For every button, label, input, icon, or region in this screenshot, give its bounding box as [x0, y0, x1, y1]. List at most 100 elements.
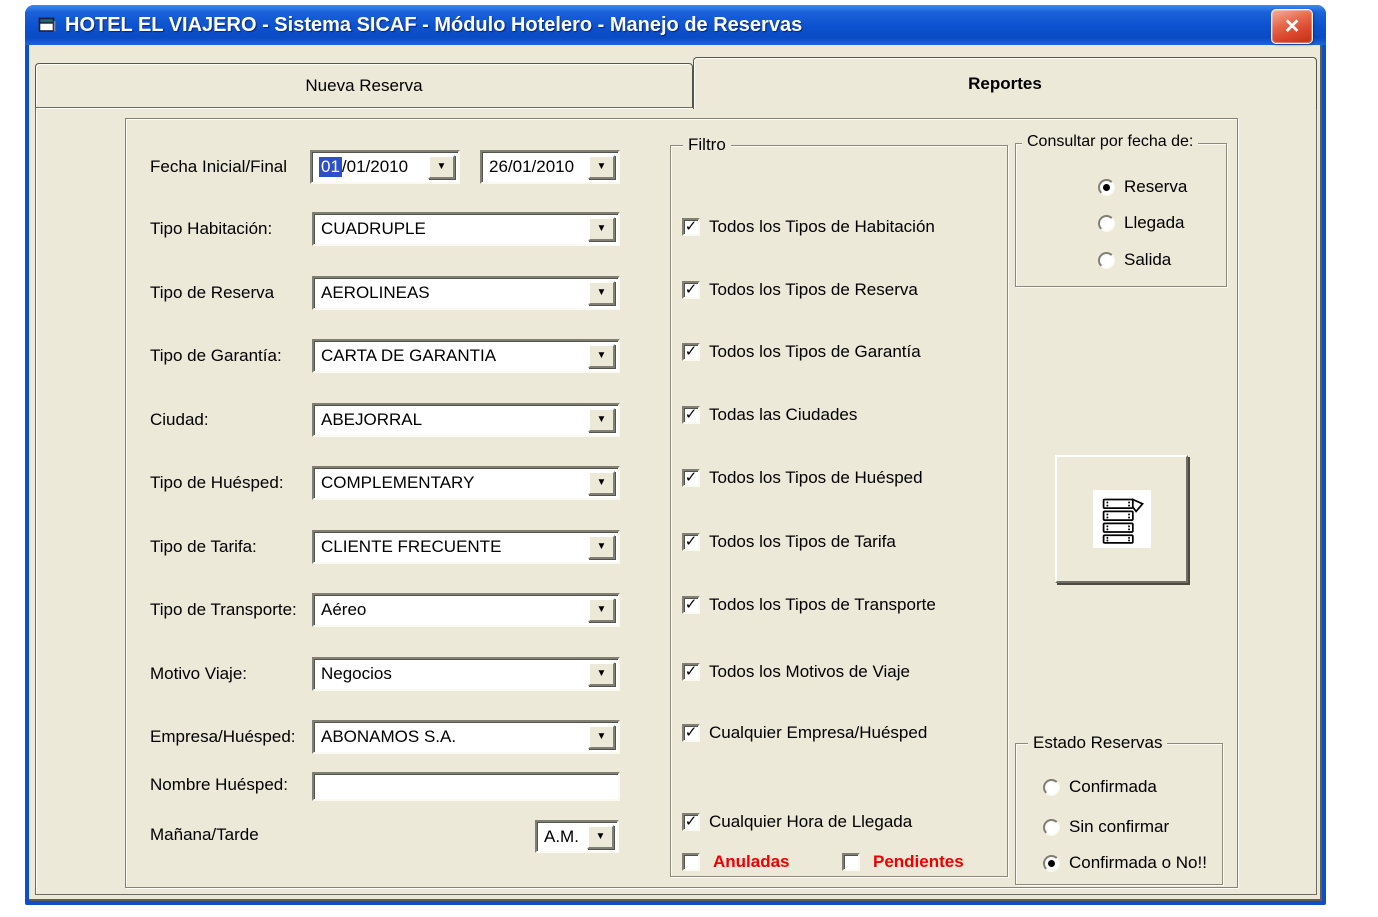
checkbox-icon: ✓ — [682, 596, 700, 614]
checkbox-icon: ✓ — [682, 663, 700, 681]
field-label-tipo-reserva: Tipo de Reserva — [150, 276, 274, 310]
dropdown-arrow-icon[interactable]: ▼ — [588, 662, 615, 686]
screen: HOTEL EL VIAJERO - Sistema SICAF - Módul… — [0, 0, 1378, 917]
checkbox-todos-tipos-reserva[interactable]: ✓ Todos los Tipos de Reserva — [682, 279, 918, 301]
checkbox-icon: ✓ — [682, 281, 700, 299]
close-icon: × — [1285, 14, 1300, 39]
dropdown-arrow-icon[interactable]: ▼ — [588, 535, 615, 559]
field-label-tipo-habitacion: Tipo Habitación: — [150, 212, 272, 246]
radio-confirmada[interactable]: Confirmada — [1043, 776, 1157, 798]
dropdown-tipo-habitacion[interactable]: CUADRUPLE ▼ — [312, 212, 620, 246]
radio-icon — [1098, 252, 1115, 269]
tab-nueva-reserva[interactable]: Nueva Reserva — [35, 63, 693, 107]
checkbox-anuladas[interactable]: ✓ Anuladas — [682, 851, 790, 873]
checkbox-todas-ciudades[interactable]: ✓ Todas las Ciudades — [682, 404, 857, 426]
combo-value: A.M. — [544, 827, 579, 847]
radio-sin-confirmar[interactable]: Sin confirmar — [1043, 816, 1169, 838]
date-selected-segment: 01 — [319, 157, 342, 177]
checkbox-label: Todos los Tipos de Habitación — [709, 217, 935, 237]
checkbox-label: Todos los Tipos de Tarifa — [709, 532, 896, 552]
checkbox-todos-tipos-huesped[interactable]: ✓ Todos los Tipos de Huésped — [682, 467, 923, 489]
combo-value: ABONAMOS S.A. — [321, 727, 456, 747]
checkbox-cualquier-empresa-huesped[interactable]: ✓ Cualquier Empresa/Huésped — [682, 722, 927, 744]
dropdown-tipo-tarifa[interactable]: CLIENTE FRECUENTE ▼ — [312, 530, 620, 564]
date-rest: /01/2010 — [342, 157, 408, 177]
field-label-ciudad: Ciudad: — [150, 403, 209, 437]
dropdown-arrow-icon[interactable]: ▼ — [588, 408, 615, 432]
combo-value: CUADRUPLE — [321, 219, 426, 239]
combo-value: COMPLEMENTARY — [321, 473, 474, 493]
combo-value: Negocios — [321, 664, 392, 684]
checkbox-todos-tipos-transporte[interactable]: ✓ Todos los Tipos de Transporte — [682, 594, 936, 616]
field-label-empresa-huesped: Empresa/Huésped: — [150, 720, 296, 754]
field-label-motivo-viaje: Motivo Viaje: — [150, 657, 247, 691]
dropdown-ciudad[interactable]: ABEJORRAL ▼ — [312, 403, 620, 437]
dropdown-empresa-huesped[interactable]: ABONAMOS S.A. ▼ — [312, 720, 620, 754]
checkbox-label: Cualquier Hora de Llegada — [709, 812, 912, 832]
dropdown-tipo-reserva[interactable]: AEROLINEAS ▼ — [312, 276, 620, 310]
dropdown-arrow-icon[interactable]: ▼ — [588, 217, 615, 241]
generate-report-button[interactable] — [1055, 455, 1188, 583]
checkbox-todos-tipos-tarifa[interactable]: ✓ Todos los Tipos de Tarifa — [682, 531, 896, 553]
checkbox-todos-tipos-habitacion[interactable]: ✓ Todos los Tipos de Habitación — [682, 216, 935, 238]
dropdown-arrow-icon[interactable]: ▼ — [588, 344, 615, 368]
checkbox-label: Cualquier Empresa/Huésped — [709, 723, 927, 743]
checkbox-todos-tipos-garantia[interactable]: ✓ Todos los Tipos de Garantía — [682, 341, 921, 363]
checkbox-label: Todos los Tipos de Garantía — [709, 342, 921, 362]
dropdown-tipo-transporte[interactable]: Aéreo ▼ — [312, 593, 620, 627]
checkbox-label: Todos los Tipos de Huésped — [709, 468, 923, 488]
checkbox-icon: ✓ — [842, 853, 860, 871]
checkbox-label: Pendientes — [873, 852, 964, 872]
dropdown-tipo-garantia[interactable]: CARTA DE GARANTIA ▼ — [312, 339, 620, 373]
field-label-tipo-tarifa: Tipo de Tarifa: — [150, 530, 257, 564]
combo-value: Aéreo — [321, 600, 366, 620]
dropdown-arrow-icon[interactable]: ▼ — [587, 825, 614, 849]
dropdown-arrow-icon[interactable]: ▼ — [588, 471, 615, 495]
tab-reportes[interactable]: Reportes — [693, 57, 1317, 109]
radio-label: Sin confirmar — [1069, 817, 1169, 837]
dropdown-arrow-icon[interactable]: ▼ — [588, 281, 615, 305]
window-title: HOTEL EL VIAJERO - Sistema SICAF - Módul… — [65, 14, 802, 37]
field-label-tipo-huesped: Tipo de Huésped: — [150, 466, 284, 500]
dropdown-tipo-huesped[interactable]: COMPLEMENTARY ▼ — [312, 466, 620, 500]
tab-label: Nueva Reserva — [305, 76, 422, 96]
checkbox-icon: ✓ — [682, 218, 700, 236]
checkbox-icon: ✓ — [682, 469, 700, 487]
tab-label: Reportes — [968, 74, 1042, 94]
field-label-manana-tarde: Mañana/Tarde — [150, 818, 259, 852]
estado-legend: Estado Reservas — [1028, 733, 1167, 753]
consultar-legend: Consultar por fecha de: — [1022, 133, 1198, 151]
dropdown-motivo-viaje[interactable]: Negocios ▼ — [312, 657, 620, 691]
dropdown-manana-tarde[interactable]: A.M. ▼ — [535, 820, 619, 853]
checkbox-label: Anuladas — [713, 852, 790, 872]
radio-icon — [1098, 179, 1115, 196]
radio-label: Reserva — [1124, 177, 1187, 197]
checkbox-label: Todos los Tipos de Reserva — [709, 280, 918, 300]
close-button[interactable]: × — [1271, 9, 1313, 44]
input-nombre-huesped[interactable] — [312, 772, 620, 801]
dropdown-arrow-icon[interactable]: ▼ — [588, 155, 615, 179]
radio-confirmada-o-no[interactable]: Confirmada o No!! — [1043, 852, 1207, 874]
radio-llegada[interactable]: Llegada — [1098, 212, 1185, 234]
field-label-tipo-garantia: Tipo de Garantía: — [150, 339, 282, 373]
date-value: 26/01/2010 — [489, 157, 574, 177]
radio-reserva[interactable]: Reserva — [1098, 176, 1187, 198]
dropdown-arrow-icon[interactable]: ▼ — [588, 598, 615, 622]
datepicker-fecha-inicial[interactable]: 01/01/2010 ▼ — [310, 150, 460, 184]
radio-icon — [1043, 779, 1060, 796]
dropdown-arrow-icon[interactable]: ▼ — [588, 725, 615, 749]
checkbox-label: Todos los Motivos de Viaje — [709, 662, 910, 682]
radio-icon — [1043, 855, 1060, 872]
titlebar[interactable]: HOTEL EL VIAJERO - Sistema SICAF - Módul… — [25, 5, 1326, 45]
radio-salida[interactable]: Salida — [1098, 249, 1171, 271]
dropdown-arrow-icon[interactable]: ▼ — [428, 155, 455, 179]
combo-value: CLIENTE FRECUENTE — [321, 537, 501, 557]
radio-icon — [1098, 215, 1115, 232]
combo-value: ABEJORRAL — [321, 410, 422, 430]
datepicker-fecha-final[interactable]: 26/01/2010 ▼ — [480, 150, 620, 184]
field-label-nombre-huesped: Nombre Huésped: — [150, 768, 288, 802]
radio-label: Confirmada o No!! — [1069, 853, 1207, 873]
checkbox-pendientes[interactable]: ✓ Pendientes — [842, 851, 964, 873]
checkbox-todos-motivos-viaje[interactable]: ✓ Todos los Motivos de Viaje — [682, 661, 910, 683]
checkbox-cualquier-hora-llegada[interactable]: ✓ Cualquier Hora de Llegada — [682, 811, 912, 833]
